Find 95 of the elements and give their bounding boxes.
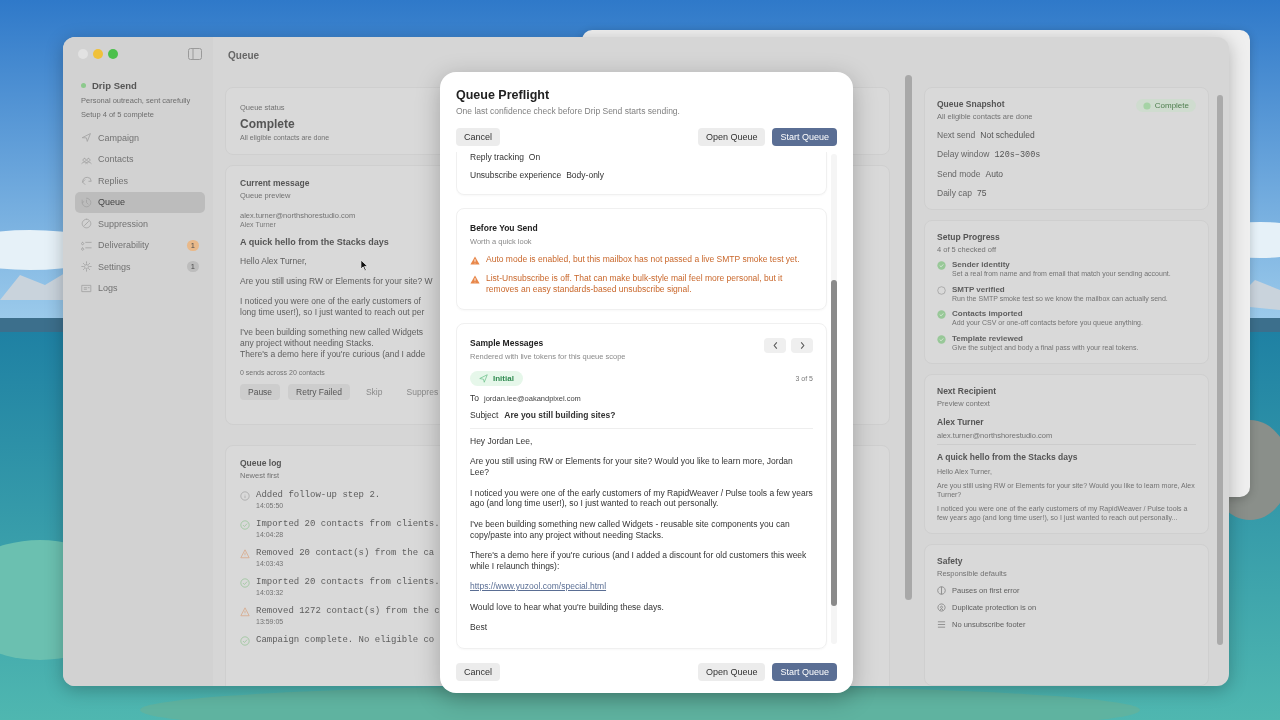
card-title: Safety <box>937 556 964 566</box>
fact-label: Send mode <box>937 169 981 179</box>
status-dot <box>81 83 86 88</box>
start-button[interactable]: Start Queue <box>772 663 837 681</box>
log-message: Imported 20 contacts from clients. <box>256 577 440 587</box>
card-title: Queue log <box>240 458 282 468</box>
card-title: Setup Progress <box>937 232 1001 242</box>
card-title: Current message <box>240 178 310 188</box>
setting-label: Reply tracking <box>470 152 524 162</box>
send-icon <box>479 374 488 383</box>
setting-value: On <box>528 152 541 162</box>
dialog-title: Queue Preflight <box>456 88 551 102</box>
cancel-button[interactable]: Cancel <box>456 663 500 681</box>
nav-icon <box>81 282 92 294</box>
link[interactable]: https://www.yuzool.com/special.html <box>470 581 607 592</box>
cursor-icon <box>360 259 369 272</box>
message-paragraph: Hey Jordan Lee, <box>470 436 534 447</box>
nav-icon <box>81 132 92 144</box>
nav-icon <box>81 261 92 273</box>
fact-value: Not scheduled <box>980 130 1035 140</box>
open-button[interactable]: Open Queue <box>697 663 766 681</box>
message-paragraph: I noticed you were one of the early customers of my RapidWeaver / Pulse tools a few years ago (and long time user!), so I just wanted to reach out personally. <box>470 487 813 510</box>
sidebar-item[interactable]: Campaign <box>75 127 205 149</box>
scrollbar[interactable] <box>1217 95 1223 645</box>
nav-icon <box>81 218 92 230</box>
fact-value: Auto <box>985 169 1003 179</box>
app-name: Drip Send <box>92 80 137 91</box>
fact-value: 75 <box>976 188 987 198</box>
log-message: Added follow-up step 2. <box>256 490 381 500</box>
message-paragraph: Are you still using RW or Elements for your site? W <box>240 276 433 287</box>
message-paragraph: Would love to hear what you're building these days. <box>470 601 665 613</box>
warning-message: Auto mode is enabled, but this mailbox has not passed a live SMTP smoke test yet. <box>486 254 800 265</box>
chevron-right-icon <box>798 341 806 350</box>
fact-label: Delay window <box>937 149 990 159</box>
sidebar-item[interactable]: Suppression <box>75 213 205 235</box>
status-dot-icon <box>1142 101 1151 110</box>
log-message: Campaign complete. No eligible co <box>256 635 435 645</box>
message-paragraph: I've been building something new called Widgets - reusable site components you can copy/paste into any project without needing Stacks. <box>470 518 791 541</box>
fact-value: 120s–300s <box>994 150 1041 160</box>
fact-label: Daily cap <box>937 188 972 198</box>
field-label: To <box>470 393 479 403</box>
sidebar-item[interactable]: Queue <box>75 191 205 213</box>
nav-icon <box>81 175 92 187</box>
status-badge: Complete <box>1135 99 1196 112</box>
step-title: SMTP verified <box>952 284 1006 294</box>
scrollbar[interactable] <box>905 75 912 600</box>
open-button[interactable]: Open Queue <box>697 128 766 146</box>
sidebar-item[interactable]: Contacts <box>75 148 205 170</box>
log-message: Imported 20 contacts from clients. <box>256 519 440 529</box>
step-title: Template reviewed <box>952 333 1024 343</box>
message-subject: Are you still building sites? <box>504 410 616 420</box>
scrollbar[interactable] <box>831 154 837 644</box>
previous-button[interactable] <box>764 338 786 353</box>
warning-icon <box>470 256 480 265</box>
warning-icon <box>470 275 480 284</box>
sidebar-item[interactable]: Logs <box>75 277 205 299</box>
dialog-subtitle: One last confidence check before Drip Send starts sending. <box>456 106 681 116</box>
step-tag: Initial <box>470 371 523 386</box>
action-button[interactable]: Pause <box>240 384 281 400</box>
action-button[interactable]: Retry Failed <box>288 384 350 400</box>
setting-label: Unsubscribe experience <box>470 170 562 180</box>
warning-message: List-Unsubscribe is off. That can make bulk-style mail feel more personal, but it removes an easy standards-based unsubscribe signal. <box>486 273 784 295</box>
message-paragraph: I've been building something new called Widgets any project without needing Stacks. There's a demo here if you're curious (and I adde <box>240 327 426 360</box>
log-message: Removed 1272 contact(s) from the c <box>256 606 440 616</box>
card-title: Queue Snapshot <box>937 99 1006 109</box>
message-subject: A quick hello from the Stacks days <box>240 237 389 247</box>
message-paragraph: I noticed you were one of the early customers of long time user!), so I just wanted to reach out per <box>240 296 425 318</box>
card-title: Next Recipient <box>937 386 998 396</box>
step-title: Contacts imported <box>952 309 1024 318</box>
log-message: Removed 20 contact(s) from the ca <box>256 548 435 558</box>
minimize-button[interactable] <box>93 49 103 59</box>
nav-icon <box>81 239 92 251</box>
message-paragraph: Hello Alex Turner, <box>240 256 307 267</box>
message-paragraph: Best <box>470 621 488 633</box>
cancel-button[interactable]: Cancel <box>456 128 500 146</box>
next-button[interactable] <box>791 338 813 353</box>
sidebar-item[interactable]: Replies <box>75 170 205 192</box>
message-paragraph: Are you still using RW or Elements for your site? Would you like to learn more, Jordan Lee? <box>470 456 794 478</box>
people-icon <box>937 603 946 612</box>
zoom-button[interactable] <box>108 49 118 59</box>
fact-label: Next send <box>937 130 976 140</box>
sidebar-toggle-icon[interactable] <box>188 48 202 60</box>
setting-value: Body-only <box>566 170 604 180</box>
card-title: Sample Messages <box>470 338 545 348</box>
field-label: Subject <box>470 410 499 420</box>
lines-icon <box>937 620 946 629</box>
step-title: Sender identity <box>952 260 1011 269</box>
start-button[interactable]: Start Queue <box>772 128 837 146</box>
window-title: Queue <box>228 49 260 61</box>
message-subject: A quick hello from the Stacks days <box>937 452 1079 462</box>
recipient-name: Alex Turner <box>937 417 985 427</box>
message-paragraph: There's a demo here if you're curious (and I added a discount for old customers this week while I relaunch things): <box>470 549 808 572</box>
card-title: Before You Send <box>470 223 539 233</box>
chevron-left-icon <box>771 341 779 350</box>
status-value: Complete <box>240 117 295 131</box>
